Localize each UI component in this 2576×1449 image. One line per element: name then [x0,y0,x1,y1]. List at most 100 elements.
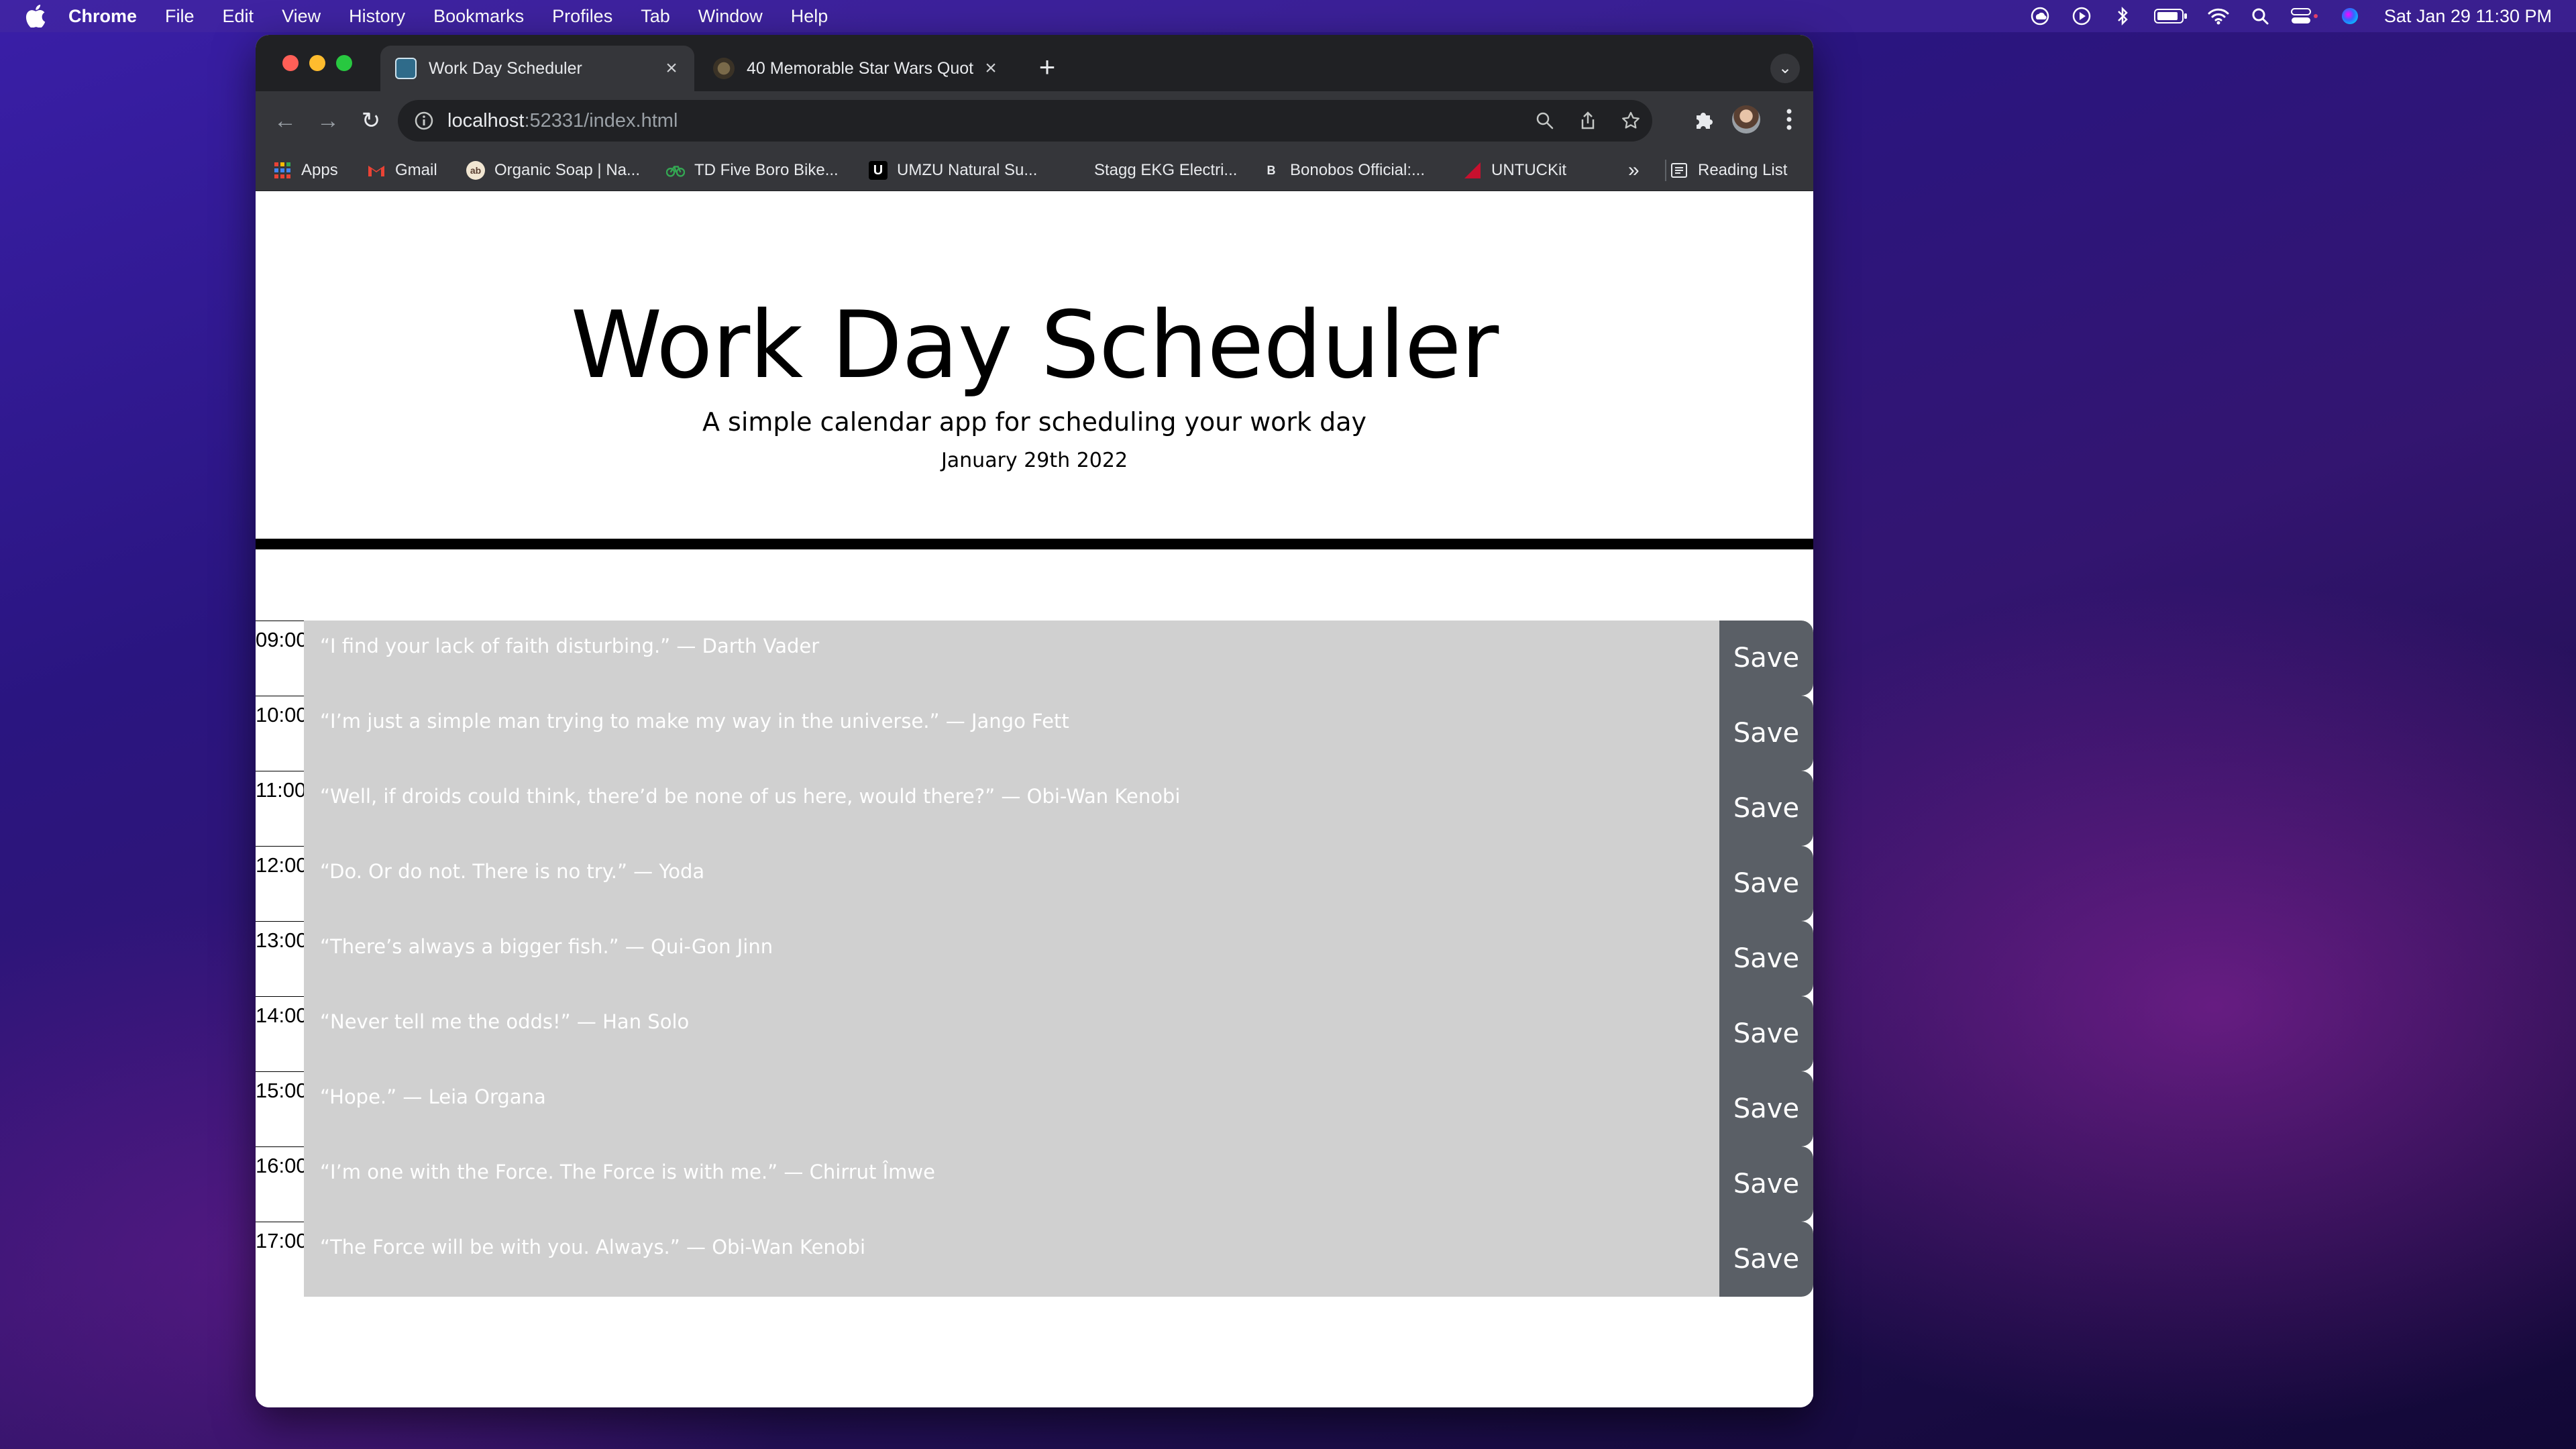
menu-history[interactable]: History [349,6,405,27]
bookmark-label: Stagg EKG Electri... [1094,161,1238,179]
hour-label: 15:00 [256,1071,308,1146]
save-button[interactable]: Save [1719,846,1813,921]
wifi-icon[interactable] [2207,5,2230,28]
event-description-input[interactable]: “I’m one with the Force. The Force is wi… [304,1146,1719,1222]
hour-label: 12:00 [256,846,308,921]
event-description-input[interactable]: “There’s always a bigger fish.” — Qui-Go… [304,921,1719,996]
menu-tab[interactable]: Tab [641,6,670,27]
menu-bar-status-area: Sat Jan 29 11:30 PM [2010,0,2552,32]
bookmark-label: Apps [301,161,338,179]
control-center-icon[interactable] [2290,5,2320,28]
tab-work-day-scheduler[interactable]: Work Day Scheduler × [380,46,694,91]
bookmark-umzu[interactable]: U UMZU Natural Su... [869,150,1037,191]
bike-icon [666,161,685,180]
time-block-row: 12:00 “Do. Or do not. There is no try.” … [256,846,1813,921]
new-tab-plus-icon[interactable]: + [1034,53,1061,81]
save-button[interactable]: Save [1719,1071,1813,1146]
event-description-input[interactable]: “Do. Or do not. There is no try.” — Yoda [304,846,1719,921]
soap-icon: ab [466,161,485,180]
bookmarks-overflow-chevron-icon: » [1628,159,1640,181]
url-path: :52331/index.html [524,109,678,131]
event-description-input[interactable]: “The Force will be with you. Always.” — … [304,1222,1719,1297]
back-arrow-icon[interactable]: ← [270,106,300,136]
save-button[interactable]: Save [1719,996,1813,1071]
bookmark-apps[interactable]: Apps [273,150,338,191]
menu-file[interactable]: File [165,6,195,27]
event-description-input[interactable]: “I’m just a simple man trying to make my… [304,696,1719,771]
bookmarks-overflow-button[interactable]: » [1628,150,1640,191]
chrome-menu-kebab-icon[interactable] [1774,105,1804,134]
save-button[interactable]: Save [1719,696,1813,771]
bookmark-star-icon[interactable] [1617,107,1644,134]
play-icon[interactable] [2070,5,2093,28]
menu-profiles[interactable]: Profiles [552,6,612,27]
extensions-puzzle-icon[interactable] [1688,105,1718,134]
zoom-search-icon[interactable] [1532,107,1558,134]
forward-arrow-icon[interactable]: → [313,106,343,136]
menu-window[interactable]: Window [698,6,763,27]
menu-help[interactable]: Help [791,6,828,27]
tab-search-chevron-down-icon[interactable]: ⌄ [1770,54,1800,83]
battery-icon[interactable] [2153,5,2188,28]
save-button[interactable]: Save [1719,1146,1813,1222]
page-title: Work Day Scheduler [570,291,1499,399]
bluetooth-icon[interactable] [2112,5,2135,28]
time-block-row: 15:00 “Hope.” — Leia Organa Save [256,1071,1813,1146]
hour-label: 14:00 [256,996,308,1071]
reload-icon[interactable]: ↻ [356,106,386,136]
time-block-row: 09:00 “I find your lack of faith disturb… [256,621,1813,696]
event-description-input[interactable]: “Hope.” — Leia Organa [304,1071,1719,1146]
tab-close-icon[interactable]: × [661,58,682,79]
tab-strip: Work Day Scheduler × 40 Memorable Star W… [256,35,1813,91]
hour-label: 13:00 [256,921,308,996]
profile-avatar[interactable] [1731,105,1761,134]
spotlight-search-icon[interactable] [2249,5,2271,28]
menu-bar-clock[interactable]: Sat Jan 29 11:30 PM [2384,6,2552,27]
bookmark-label: Organic Soap | Na... [494,161,641,179]
hour-label: 11:00 [256,771,306,846]
bookmark-organic-soap[interactable]: ab Organic Soap | Na... [466,150,640,191]
page-viewport: Work Day Scheduler A simple calendar app… [256,191,1813,1407]
hour-label: 09:00 [256,621,308,696]
menu-edit[interactable]: Edit [223,6,254,27]
bookmark-label: TD Five Boro Bike... [694,161,839,179]
event-description-input[interactable]: “Never tell me the odds!” — Han Solo [304,996,1719,1071]
share-icon[interactable] [1574,107,1601,134]
bonobos-icon: B [1267,163,1276,177]
apple-logo-icon[interactable] [25,5,46,28]
menu-bookmarks[interactable]: Bookmarks [433,6,524,27]
save-button[interactable]: Save [1719,621,1813,696]
hour-label: 17:00 [256,1222,308,1297]
save-button[interactable]: Save [1719,1222,1813,1297]
time-block-row: 16:00 “I’m one with the Force. The Force… [256,1146,1813,1222]
page-header: Work Day Scheduler A simple calendar app… [256,191,1813,549]
bookmark-td-five-boro-bike[interactable]: TD Five Boro Bike... [666,150,839,191]
menu-app-name[interactable]: Chrome [68,6,137,27]
time-block-row: 17:00 “The Force will be with you. Alway… [256,1222,1813,1297]
event-description-input[interactable]: “I find your lack of faith disturbing.” … [304,621,1719,696]
save-button[interactable]: Save [1719,921,1813,996]
window-close-button[interactable] [282,55,299,71]
cloud-sync-icon[interactable] [2029,5,2051,28]
event-description-input[interactable]: “Well, if droids could think, there’d be… [304,771,1719,846]
bookmark-stagg-ekg[interactable]: Stagg EKG Electri... [1066,150,1237,191]
save-button[interactable]: Save [1719,771,1813,846]
tab-title: 40 Memorable Star Wars Quot [747,58,974,78]
bookmark-untuckit[interactable]: UNTUCKit [1463,150,1566,191]
reading-list-button[interactable]: Reading List [1670,150,1787,191]
address-bar[interactable]: localhost:52331/index.html [398,100,1652,142]
window-minimize-button[interactable] [309,55,325,71]
siri-icon[interactable] [2339,5,2361,28]
window-zoom-button[interactable] [336,55,352,71]
menu-view[interactable]: View [282,6,321,27]
tab-close-icon[interactable]: × [980,58,1002,79]
time-block-row: 11:00 “Well, if droids could think, ther… [256,771,1813,846]
kettle-icon [1066,161,1085,180]
hour-label: 16:00 [256,1146,308,1222]
bookmark-bonobos[interactable]: B Bonobos Official:... [1262,150,1426,191]
tab-star-wars-quotes[interactable]: 40 Memorable Star Wars Quot × [698,46,1014,91]
bookmarks-divider [1665,160,1666,181]
profile-photo-icon [1732,105,1760,133]
site-info-icon[interactable] [413,109,435,132]
bookmark-gmail[interactable]: Gmail [367,150,437,191]
